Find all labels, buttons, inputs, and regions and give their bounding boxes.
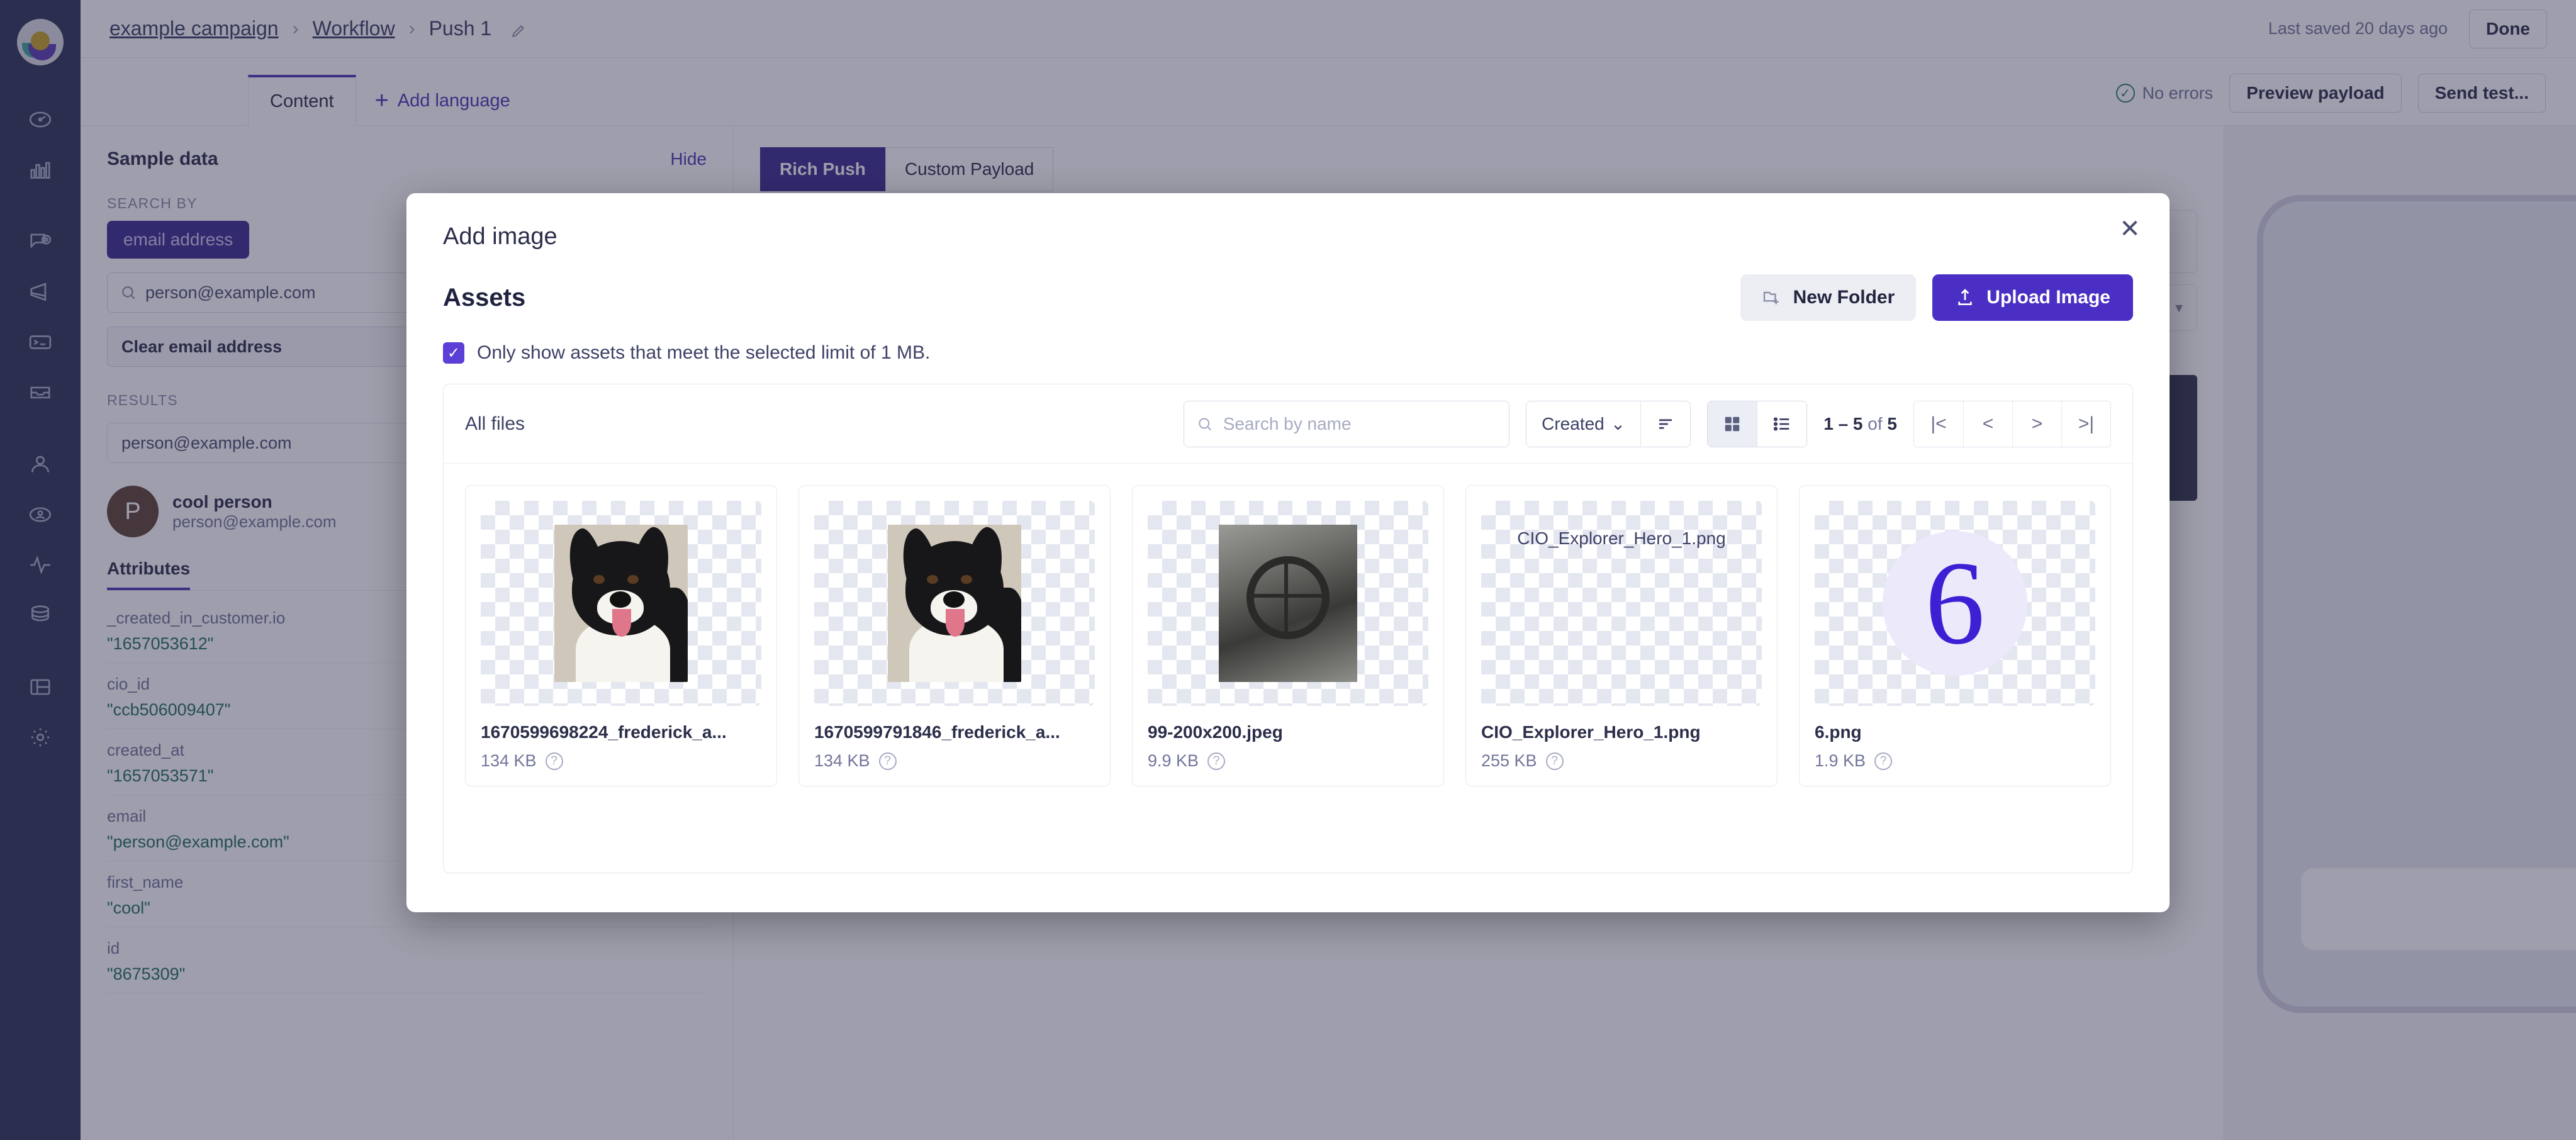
asset-card[interactable]: CIO_Explorer_Hero_1.png CIO_Explorer_Hero… <box>1465 485 1778 786</box>
sort-descending-icon <box>1659 418 1672 429</box>
folder-plus-icon <box>1763 291 1779 305</box>
search-icon <box>1199 417 1212 430</box>
pager-first-button[interactable]: |< <box>1914 401 1963 447</box>
chevron-down-icon: ⌄ <box>1610 414 1626 433</box>
all-files-label: All files <box>465 413 525 434</box>
asset-size: 134 KB <box>814 751 870 770</box>
asset-size: 1.9 KB <box>1815 751 1866 770</box>
search-input[interactable] <box>1223 413 1497 434</box>
files-toolbar: All files Created ⌄ <box>444 384 2132 464</box>
close-icon[interactable]: ✕ <box>2113 212 2147 246</box>
sort-field-label: Created <box>1542 413 1604 433</box>
new-folder-label: New Folder <box>1793 287 1895 308</box>
upload-image-label: Upload Image <box>1986 287 2110 308</box>
search-input-wrapper[interactable] <box>1184 400 1510 447</box>
pager-prev-button[interactable]: < <box>1963 401 2012 447</box>
six-logo-thumbnail: 6 <box>1883 531 2027 676</box>
limit-filter-row: ✓ Only show assets that meet the selecte… <box>406 321 2170 364</box>
asset-thumbnail: 6 <box>1815 501 2095 706</box>
help-icon[interactable]: ? <box>1545 752 1564 770</box>
asset-size: 9.9 KB <box>1148 751 1199 770</box>
add-image-modal: ✕ Add image Assets New Folder Upload Ima… <box>406 193 2170 912</box>
asset-filename: 1670599791846_frederick_a... <box>814 722 1060 742</box>
asset-filename: 99-200x200.jpeg <box>1148 722 1283 742</box>
thumbnail-filename-label: CIO_Explorer_Hero_1.png <box>1517 528 1726 548</box>
grid-view-icon <box>1725 416 1740 431</box>
asset-card[interactable]: 1670599698224_frederick_a... 134 KB? <box>465 485 777 786</box>
pager-next-button[interactable]: > <box>2012 401 2061 447</box>
limit-checkbox[interactable]: ✓ <box>443 342 464 364</box>
dog-photo-thumbnail <box>554 525 688 682</box>
asset-card[interactable]: 1670599791846_frederick_a... 134 KB? <box>798 485 1111 786</box>
asset-grid: 1670599698224_frederick_a... 134 KB? 16705… <box>444 464 2132 808</box>
view-toggle <box>1707 400 1808 447</box>
new-folder-button[interactable]: New Folder <box>1740 274 1917 321</box>
pager-total: 5 <box>1887 413 1897 433</box>
help-icon[interactable]: ? <box>878 752 897 770</box>
assets-header-row: Assets New Folder Upload Image <box>406 250 2170 321</box>
pager-last-button[interactable]: >| <box>2061 401 2110 447</box>
asset-card[interactable]: 6 6.png 1.9 KB? <box>1799 485 2111 786</box>
help-icon[interactable]: ? <box>1207 752 1226 770</box>
asset-size-row: 1.9 KB? <box>1815 751 2095 771</box>
asset-filename: 6.png <box>1815 722 1862 742</box>
help-icon[interactable]: ? <box>1874 752 1893 770</box>
toolbar-right: Created ⌄ <box>1184 400 2111 447</box>
asset-size: 134 KB <box>481 751 537 770</box>
asset-size-row: 134 KB? <box>814 751 1095 771</box>
sort-direction-button[interactable] <box>1640 401 1691 447</box>
assets-heading: Assets <box>443 283 526 311</box>
assets-actions: New Folder Upload Image <box>1740 274 2133 321</box>
asset-thumbnail <box>814 501 1095 706</box>
limit-text: Only show assets that meet the selected … <box>477 342 931 363</box>
asset-thumbnail <box>481 501 761 706</box>
pager-of: of <box>1868 413 1883 433</box>
asset-size-row: 9.9 KB? <box>1148 751 1428 771</box>
asset-size: 255 KB <box>1481 751 1537 770</box>
upload-image-button[interactable]: Upload Image <box>1932 274 2133 321</box>
pagination-controls: |< < > >| <box>1913 400 2111 447</box>
asset-thumbnail <box>1148 501 1428 706</box>
sort-controls: Created ⌄ <box>1526 400 1691 447</box>
list-view-icon <box>1774 416 1789 431</box>
asset-card[interactable]: 99-200x200.jpeg 9.9 KB? <box>1132 485 1444 786</box>
pager-range: 1 – 5 <box>1823 413 1863 433</box>
asset-size-row: 134 KB? <box>481 751 761 771</box>
bw-photo-thumbnail <box>1219 525 1357 682</box>
asset-size-row: 255 KB? <box>1481 751 1762 771</box>
help-icon[interactable]: ? <box>545 752 563 770</box>
app-root: example campaign › Workflow › Push 1 Las… <box>0 0 2576 1140</box>
asset-filename: CIO_Explorer_Hero_1.png <box>1481 722 1701 742</box>
files-panel: All files Created ⌄ <box>443 384 2133 873</box>
list-view-button[interactable] <box>1757 401 1807 447</box>
asset-filename: 1670599698224_frederick_a... <box>481 722 727 742</box>
pagination-summary: 1 – 5 of 5 <box>1823 414 1897 434</box>
asset-thumbnail: CIO_Explorer_Hero_1.png <box>1481 501 1762 706</box>
grid-view-button[interactable] <box>1708 401 1757 447</box>
upload-icon <box>1958 289 1972 305</box>
modal-title: Add image <box>443 223 557 250</box>
sort-field-dropdown[interactable]: Created ⌄ <box>1526 401 1641 447</box>
dog-photo-thumbnail <box>888 525 1021 682</box>
